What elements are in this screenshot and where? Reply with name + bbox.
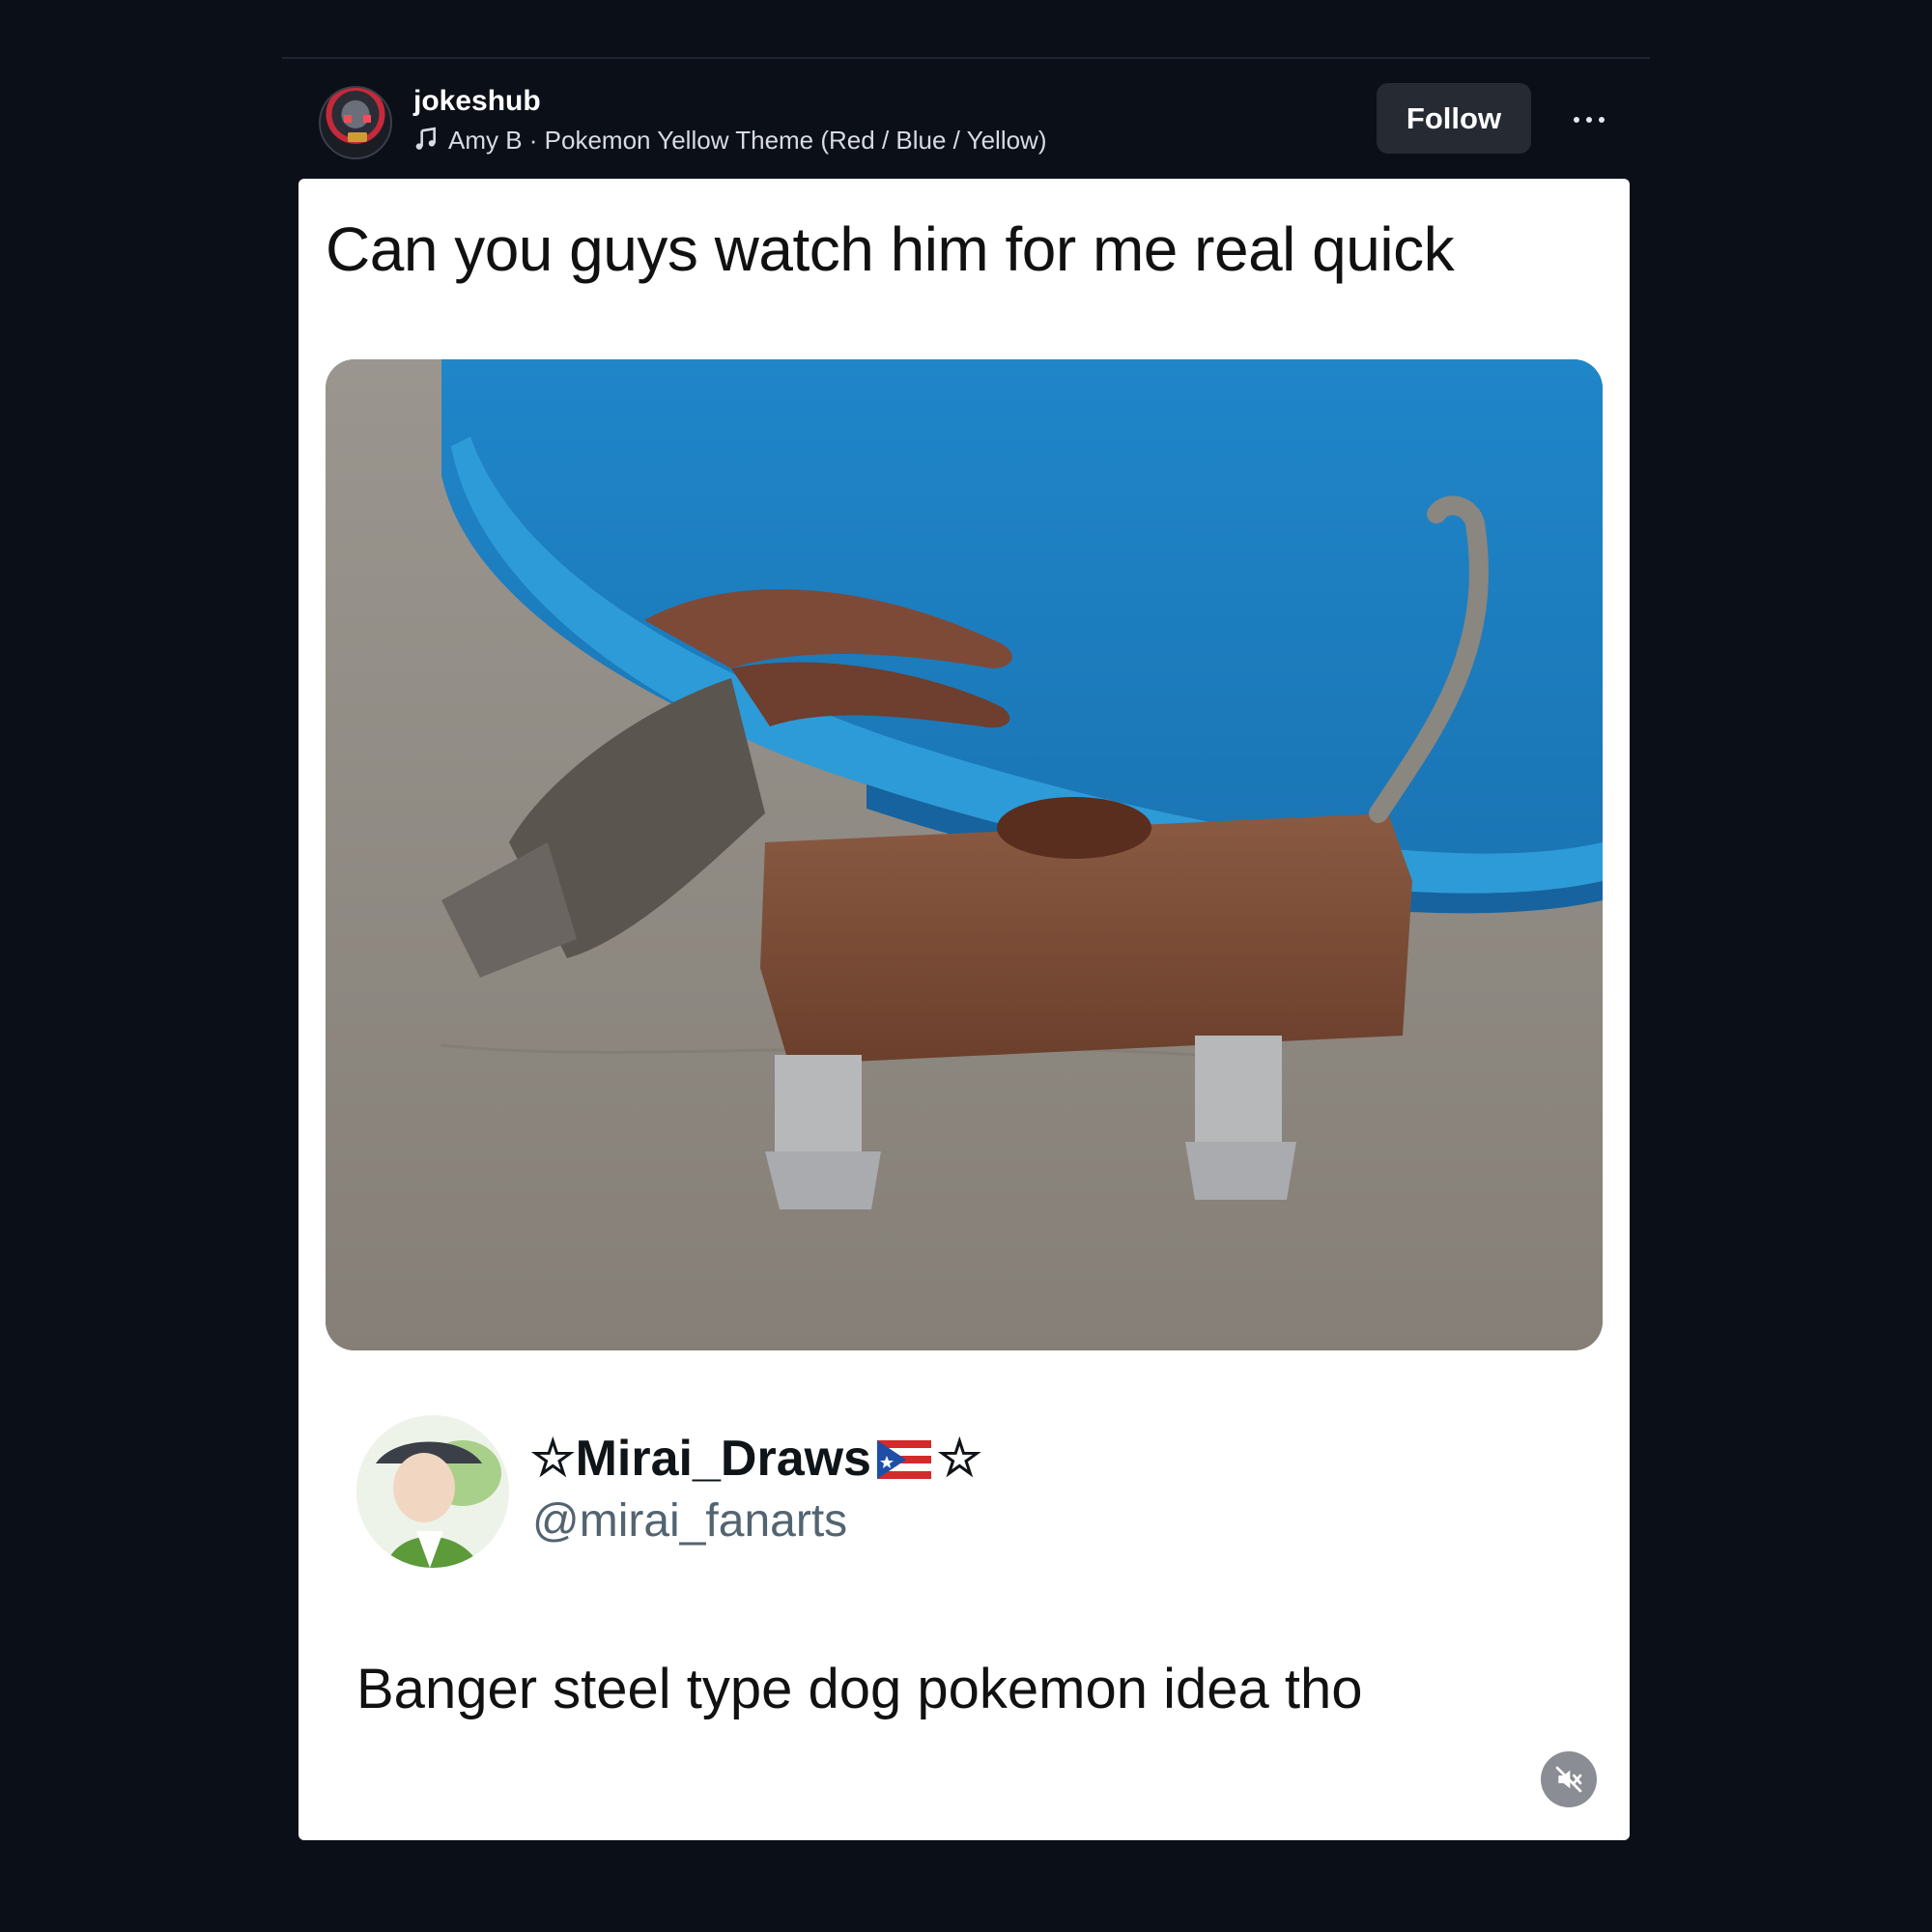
- music-info[interactable]: Amy B · Pokemon Yellow Theme (Red / Blue…: [413, 126, 1047, 156]
- mute-glyph: [1555, 1766, 1582, 1793]
- music-note-icon: [415, 127, 436, 150]
- tweet-display-name[interactable]: ☆Mirai_Draws ☆: [530, 1430, 982, 1488]
- tweet-name-text: ☆Mirai_Draws: [530, 1431, 871, 1487]
- post-card[interactable]: Can you guys watch him for me real quick: [298, 179, 1630, 1840]
- more-options-icon[interactable]: [1555, 100, 1623, 139]
- more-dot: [1574, 117, 1579, 123]
- tweet-text: Banger steel type dog pokemon idea tho: [356, 1658, 1363, 1720]
- tweet-handle[interactable]: @mirai_fanarts: [532, 1494, 847, 1548]
- profile-avatar[interactable]: [319, 86, 392, 159]
- username[interactable]: jokeshub: [413, 85, 541, 118]
- more-dot: [1586, 117, 1592, 123]
- hammer-dog-photo: [326, 359, 1603, 1350]
- puerto-rico-flag-icon: [876, 1440, 931, 1479]
- tweet-name-suffix: ☆: [936, 1431, 982, 1487]
- speaker-muted-icon[interactable]: [1541, 1751, 1597, 1807]
- more-dot: [1599, 117, 1605, 123]
- post-header: jokeshub Amy B · Pokemon Yellow Theme (R…: [319, 83, 1605, 160]
- follow-button[interactable]: Follow: [1377, 83, 1531, 154]
- top-divider: [282, 57, 1650, 59]
- avatar-mouth: [348, 132, 367, 142]
- post-photo[interactable]: [326, 359, 1603, 1350]
- avatar-eyes: [344, 115, 371, 123]
- anime-avatar-illustration: [356, 1415, 509, 1568]
- post-caption: Can you guys watch him for me real quick: [326, 214, 1455, 284]
- tweet-avatar[interactable]: [356, 1415, 509, 1568]
- music-track: Amy B · Pokemon Yellow Theme (Red / Blue…: [448, 126, 1047, 155]
